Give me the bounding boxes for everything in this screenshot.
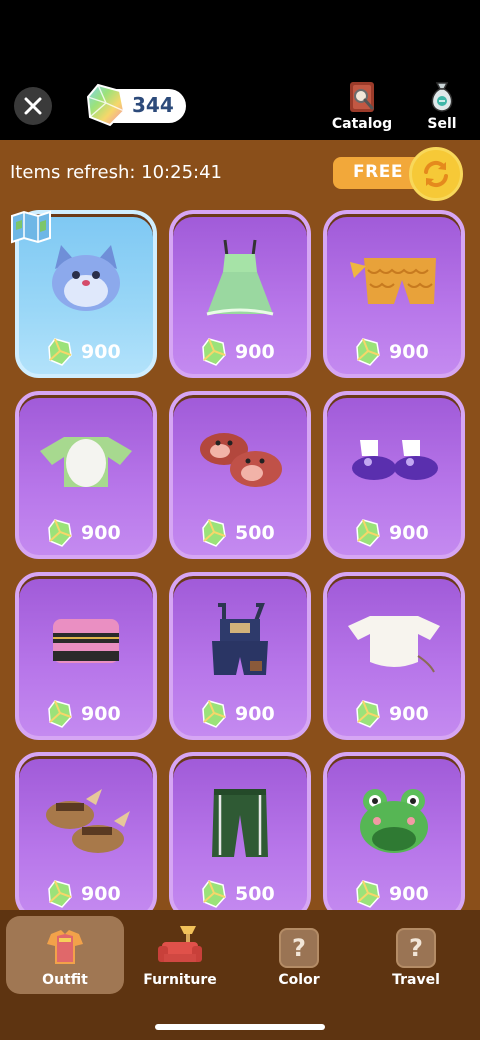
item-price: 900 — [355, 698, 429, 730]
tab-color[interactable]: ? Color — [240, 916, 358, 994]
item-card-purple-shoes[interactable]: 900 — [323, 391, 465, 559]
item-price: 900 — [355, 878, 429, 910]
gem-icon — [202, 338, 226, 366]
item-price: 900 — [201, 698, 275, 730]
gem-icon — [356, 880, 380, 908]
item-price: 900 — [355, 336, 429, 368]
item-card-overalls[interactable]: 900 — [169, 572, 311, 740]
outfit-icon — [6, 922, 124, 968]
home-indicator[interactable] — [155, 1024, 325, 1030]
gem-icon — [202, 880, 226, 908]
tab-outfit[interactable]: Outfit — [6, 916, 124, 994]
gem-icon — [48, 519, 72, 547]
gem-icon — [48, 338, 72, 366]
question-icon: ? — [279, 928, 319, 968]
gem-icon — [48, 700, 72, 728]
tab-travel[interactable]: ? Travel — [357, 916, 475, 994]
cow-slippers-icon — [173, 405, 307, 515]
gem-icon — [356, 338, 380, 366]
item-card-scale-shorts[interactable]: 900 — [323, 210, 465, 378]
item-price: 900 — [47, 517, 121, 549]
frog-hat-icon — [327, 766, 461, 876]
item-price: 500 — [201, 878, 275, 910]
question-icon-wrap: ? — [240, 922, 358, 968]
item-price: 900 — [47, 336, 121, 368]
gem-icon — [48, 880, 72, 908]
shoes-icon — [327, 405, 461, 515]
item-price: 900 — [47, 878, 121, 910]
tab-color-label: Color — [278, 972, 320, 988]
gem-icon — [202, 519, 226, 547]
scale-shorts-icon — [327, 224, 461, 334]
map-icon — [10, 210, 52, 244]
gem-icon — [356, 700, 380, 728]
item-card-frog-hat[interactable]: 900 — [323, 752, 465, 920]
item-price: 900 — [355, 517, 429, 549]
tab-travel-label: Travel — [392, 972, 440, 988]
shirt-icon — [19, 405, 153, 515]
item-price: 900 — [201, 336, 275, 368]
gem-icon — [202, 700, 226, 728]
item-card-pants[interactable]: 500 — [169, 752, 311, 920]
item-card-striped-hat[interactable]: 900 — [15, 572, 157, 740]
tab-outfit-label: Outfit — [42, 972, 88, 988]
question-icon-wrap: ? — [357, 922, 475, 968]
item-card-shirt[interactable]: 900 — [15, 391, 157, 559]
item-card-cow-slippers[interactable]: 500 — [169, 391, 311, 559]
gem-icon — [356, 519, 380, 547]
sandals-icon — [19, 766, 153, 876]
white-top-icon — [327, 586, 461, 696]
item-card-sandals[interactable]: 900 — [15, 752, 157, 920]
item-price: 500 — [201, 517, 275, 549]
item-card-dress[interactable]: 900 — [169, 210, 311, 378]
question-icon: ? — [396, 928, 436, 968]
bottom-nav: Outfit Furniture ? Color ? Travel — [0, 910, 480, 1040]
dress-icon — [173, 224, 307, 334]
item-price: 900 — [47, 698, 121, 730]
item-card-white-top[interactable]: 900 — [323, 572, 465, 740]
tab-furniture[interactable]: Furniture — [121, 916, 239, 994]
striped-hat-icon — [19, 586, 153, 696]
pants-icon — [173, 766, 307, 876]
tab-furniture-label: Furniture — [143, 972, 217, 988]
sofa-icon — [121, 922, 239, 968]
overalls-icon — [173, 586, 307, 696]
item-grid: 900 900 900 900 500 900 900 900 900 900 … — [0, 0, 480, 920]
